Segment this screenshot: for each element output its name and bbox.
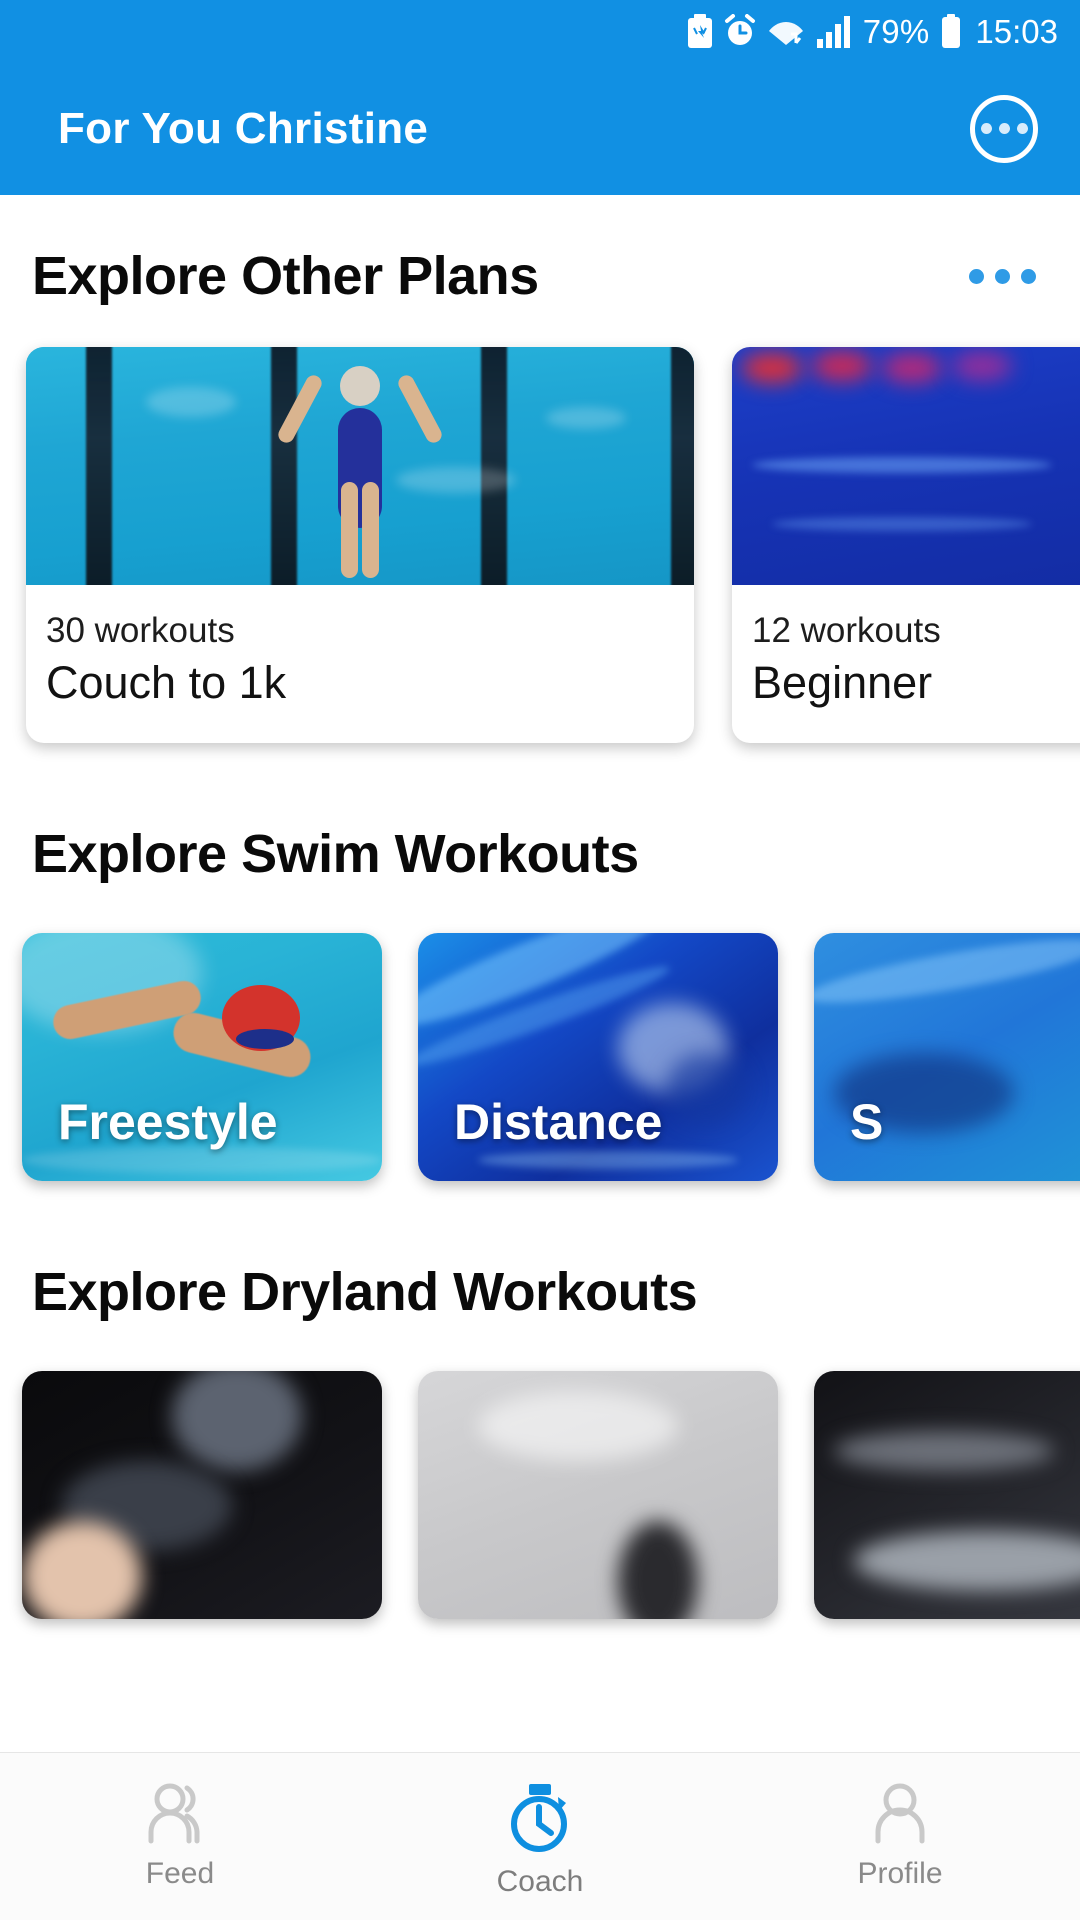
tile-image: [418, 1371, 778, 1619]
people-icon: [148, 1783, 200, 1844]
plan-card-image: [26, 347, 694, 585]
plan-workout-count: 30 workouts: [46, 611, 235, 650]
nav-label: Coach: [496, 1865, 584, 1898]
workout-tile-stroke[interactable]: S: [814, 933, 1080, 1181]
signal-icon: [816, 16, 850, 48]
dot: [980, 123, 992, 134]
workout-tile-freestyle[interactable]: Freestyle: [22, 933, 382, 1181]
dryland-tile[interactable]: [22, 1371, 382, 1619]
tile-label: Freestyle: [58, 1094, 278, 1150]
plan-card-image: [732, 347, 1080, 585]
workout-tile-distance[interactable]: Distance: [418, 933, 778, 1181]
battery-icon: [942, 14, 961, 48]
section-title: Explore Dryland Workouts: [32, 1262, 698, 1322]
nav-item-feed[interactable]: Feed: [0, 1753, 360, 1891]
status-bar-icons: 79% 15:03: [687, 14, 1058, 48]
section-title: Explore Swim Workouts: [32, 824, 639, 884]
section-header-other-plans: Explore Other Plans: [0, 245, 1080, 307]
plan-name: Couch to 1k: [46, 657, 287, 708]
plan-card[interactable]: 30 workouts Couch to 1k: [26, 347, 694, 743]
plan-workout-count: 12 workouts: [752, 611, 941, 650]
section-title: Explore Other Plans: [32, 246, 539, 306]
dot: [1016, 123, 1028, 134]
dryland-workout-carousel[interactable]: [0, 1371, 1080, 1619]
plan-card-carousel[interactable]: 30 workouts Couch to 1k 12 workouts Begi…: [0, 347, 1080, 743]
page-title: For You Christine: [58, 103, 429, 153]
section-header-swim-workouts: Explore Swim Workouts: [0, 823, 1080, 885]
wifi-icon: [768, 22, 803, 45]
plan-name: Beginner: [752, 657, 933, 708]
swimmer-graphic: [275, 366, 445, 579]
bottom-navigation-bar: Feed Coach Profile: [0, 1752, 1080, 1920]
overflow-menu-icon[interactable]: [970, 94, 1038, 163]
dryland-tile[interactable]: [814, 1371, 1080, 1619]
tile-label: S: [850, 1094, 884, 1150]
section-header-dryland-workouts: Explore Dryland Workouts: [0, 1261, 1080, 1323]
clock-label: 15:03: [975, 12, 1058, 50]
nav-item-profile[interactable]: Profile: [720, 1753, 1080, 1891]
dot: [969, 268, 984, 284]
nav-label: Profile: [857, 1857, 943, 1890]
dot: [995, 268, 1010, 284]
stopwatch-icon: [511, 1784, 567, 1852]
swim-workout-carousel[interactable]: Freestyle Distance S: [0, 933, 1080, 1181]
nav-item-coach[interactable]: Coach: [360, 1753, 720, 1899]
section-more-button[interactable]: [969, 268, 1036, 284]
scroll-content[interactable]: Explore Other Plans 30 workouts Couch to…: [0, 195, 1080, 1752]
battery-saver-icon: [687, 14, 712, 48]
tile-image: [814, 1371, 1080, 1619]
battery-percent-label: 79%: [862, 12, 930, 50]
status-bar: 79% 15:03: [0, 0, 1080, 62]
dryland-tile[interactable]: [418, 1371, 778, 1619]
plan-card[interactable]: 12 workouts Beginner: [732, 347, 1080, 743]
dot: [998, 123, 1010, 134]
alarm-icon: [724, 14, 755, 45]
nav-label: Feed: [145, 1857, 215, 1890]
app-bar: For You Christine: [0, 62, 1080, 195]
person-icon: [875, 1783, 925, 1844]
dot: [1021, 268, 1036, 284]
tile-image: [22, 1371, 382, 1619]
tile-label: Distance: [454, 1094, 663, 1150]
